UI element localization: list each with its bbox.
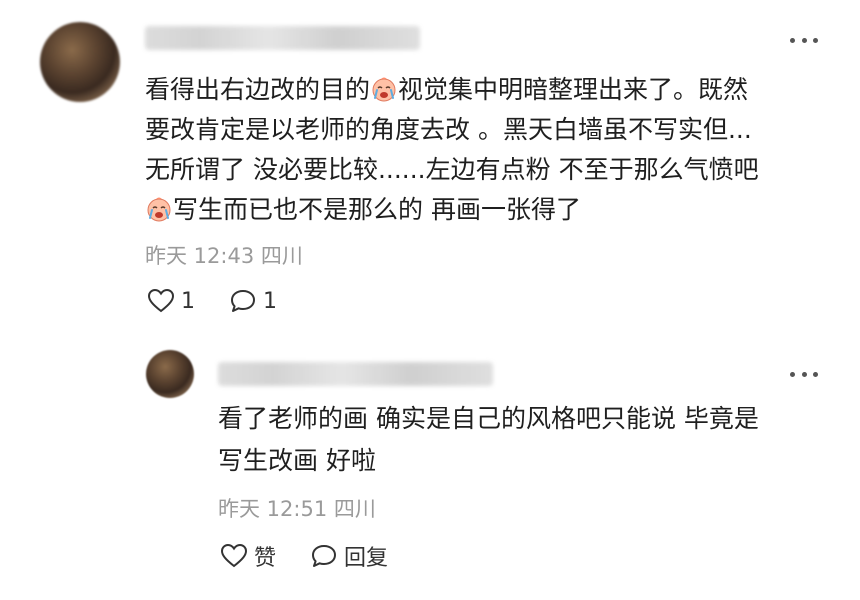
comment-line-text: 视觉集中明暗整理出来了。既然 [398,75,749,104]
comment-actions: 1 1 [147,288,311,314]
comment-timestamp-location: 昨天 12:43 四川 [145,244,303,268]
reply-reply-button[interactable]: 回复 [310,540,388,572]
more-options-icon[interactable] [790,36,818,44]
reply-body: 看了老师的画 确实是自己的风格吧只能说 毕竟是 写生改画 好啦 [218,398,828,482]
reply-like-label: 赞 [254,546,277,571]
reply-timestamp-location: 昨天 12:51 四川 [218,497,376,521]
reply-reply-label: 回复 [344,546,389,571]
comment-bubble-icon [231,290,255,312]
reply-username-redacted[interactable] [218,362,493,386]
comment-body: 看得出右边改的目的 视觉集中明暗整理出来了。既然 要改肯定是以老师的角度去改 。… [145,70,835,230]
comment-bubble-icon [312,545,337,567]
like-button[interactable]: 1 [147,288,195,314]
comment-line: 要改肯定是以老师的角度去改 。黑天白墙虽不写实但... [145,115,752,144]
comment-line-text: 看得出右边改的目的 [145,75,371,104]
comment-line-text: 写生而已也不是那么的 再画一张得了 [173,195,581,224]
reply-button[interactable]: 1 [229,288,277,314]
heart-icon [147,288,175,313]
comment-thread: 看得出右边改的目的 视觉集中明暗整理出来了。既然 要改肯定是以老师的角度去改 。… [0,0,860,600]
reply-like-button[interactable]: 赞 [220,540,276,572]
comment-line: 写生而已也不是那么的 再画一张得了 [145,190,835,230]
crying-face-emoji-icon [147,197,171,222]
comment-line: 看得出右边改的目的 视觉集中明暗整理出来了。既然 [145,70,835,110]
crying-face-emoji-icon [372,77,396,102]
reply-actions: 赞 回复 [220,540,422,572]
reply-line: 看了老师的画 确实是自己的风格吧只能说 毕竟是 [218,404,759,433]
heart-icon [220,543,248,568]
like-count: 1 [181,288,195,314]
avatar[interactable] [40,22,120,102]
reply-count: 1 [263,288,277,314]
reply-avatar[interactable] [146,350,194,398]
reply-line: 写生改画 好啦 [218,446,376,475]
username-redacted[interactable] [145,26,420,50]
reply-more-options-icon[interactable] [790,370,818,378]
comment-line: 无所谓了 没必要比较......左边有点粉 不至于那么气愤吧 [145,155,759,184]
